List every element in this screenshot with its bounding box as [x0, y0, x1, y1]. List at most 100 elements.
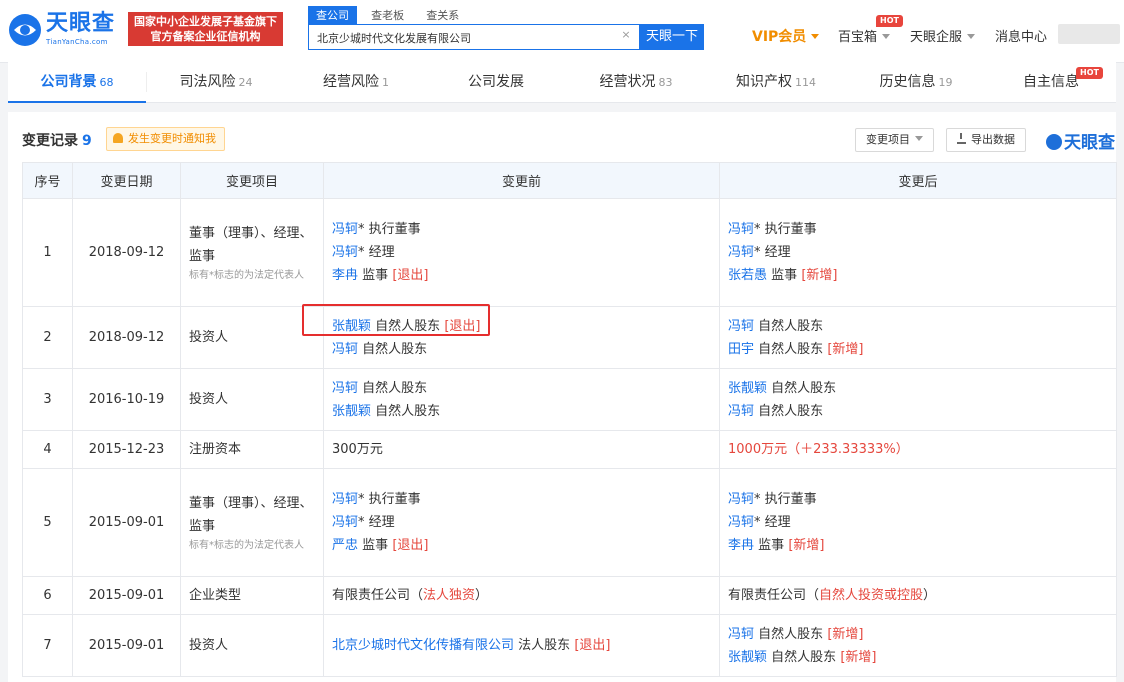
entity-link[interactable]: 严忠	[332, 538, 358, 553]
change-entry: 冯轲* 经理	[728, 241, 1108, 264]
chevron-down-icon	[967, 34, 976, 39]
change-tag: [新增]	[827, 341, 864, 357]
role-text: 监事	[758, 538, 785, 553]
cell-date: 2018-09-12	[72, 306, 181, 369]
messages-link[interactable]: 消息中心	[995, 26, 1047, 45]
logo-text: 天眼查	[46, 11, 116, 36]
entity-link[interactable]: 张若愚	[728, 268, 767, 283]
treasure-menu[interactable]: 百宝箱	[838, 26, 891, 45]
entity-link[interactable]: 冯轲	[728, 627, 754, 642]
tab-label: 历史信息	[879, 74, 936, 90]
tab-count: 24	[238, 76, 253, 89]
change-tag: [退出]	[574, 638, 611, 653]
change-entry: 李冉 监事 [新增]	[728, 534, 1108, 557]
search-button[interactable]: 天眼一下	[640, 24, 704, 50]
entity-link[interactable]: 冯轲	[332, 245, 358, 260]
entity-link[interactable]: 张靓颖	[728, 650, 767, 665]
entity-link[interactable]: 冯轲	[332, 222, 358, 237]
notify-button[interactable]: 发生变更时通知我	[106, 127, 225, 151]
change-entry: 冯轲* 经理	[332, 511, 711, 534]
tab-operating-status[interactable]: 经营状况 83	[566, 62, 706, 102]
vip-menu[interactable]: VIP会员	[752, 26, 820, 46]
section-title-text: 变更记录	[22, 133, 78, 149]
role-text: 自然人股东	[758, 403, 824, 419]
export-label: 导出数据	[971, 133, 1015, 146]
chevron-down-icon	[811, 34, 820, 39]
search-tab-company[interactable]: 查公司	[308, 6, 357, 24]
export-button[interactable]: 导出数据	[946, 128, 1026, 152]
tab-label: 司法风险	[179, 74, 236, 90]
clear-icon[interactable]: ×	[619, 28, 633, 42]
change-entry: 冯轲* 经理	[332, 241, 711, 264]
entity-link[interactable]: 冯轲	[332, 381, 358, 396]
entity-link[interactable]: 张靓颖	[728, 381, 767, 396]
search-input[interactable]	[315, 26, 619, 50]
search-tab-boss[interactable]: 查老板	[363, 6, 412, 24]
tab-label: 自主信息	[1023, 74, 1079, 90]
role-text: 监事	[771, 268, 798, 283]
company-type: 有限责任公司（	[332, 588, 424, 603]
legal-rep-note: 标有*标志的为法定代表人	[189, 269, 304, 281]
change-entry: 张若愚 监事 [新增]	[728, 264, 1108, 287]
search-tab-relation[interactable]: 查关系	[418, 6, 467, 24]
cell-before: 冯轲* 执行董事 冯轲* 经理 严忠 监事 [退出]	[323, 468, 720, 577]
entity-link[interactable]: 冯轲	[332, 515, 358, 530]
role-text: 经理	[764, 515, 791, 530]
entity-link[interactable]: 北京少城时代文化传播有限公司	[332, 638, 514, 653]
cell-index: 7	[22, 614, 73, 677]
tab-ip[interactable]: 知识产权 114	[706, 62, 846, 102]
entity-link[interactable]: 冯轲	[728, 222, 754, 237]
change-entry: 冯轲* 执行董事	[728, 218, 1108, 241]
user-avatar[interactable]	[1058, 24, 1120, 44]
change-entry: 有限责任公司（法人独资）	[332, 584, 711, 607]
notify-label: 发生变更时通知我	[128, 132, 216, 145]
tab-count: 1	[382, 76, 389, 89]
tab-history[interactable]: 历史信息 19	[846, 62, 986, 102]
entity-link[interactable]: 冯轲	[728, 404, 754, 419]
table-row: 2 2018-09-12 投资人 张靓颖 自然人股东 [退出] 冯轲 自然人股东 冯轲 自…	[22, 306, 1117, 369]
company-subtype: 自然人投资或控股	[819, 588, 924, 603]
tab-judicial-risk[interactable]: 司法风险 24	[146, 62, 286, 102]
cell-item: 董事（理事）、经理、监事 标有*标志的为法定代表人	[180, 468, 324, 577]
change-entry: 有限责任公司（自然人投资或控股）	[728, 584, 1108, 607]
col-header-item: 变更项目	[180, 162, 324, 199]
cell-after: 冯轲* 执行董事 冯轲* 经理 李冉 监事 [新增]	[719, 468, 1117, 577]
tab-count: 83	[658, 76, 673, 89]
cell-before: 冯轲 自然人股东 张靓颖 自然人股东	[323, 368, 720, 431]
entity-link[interactable]: 冯轲	[332, 492, 358, 507]
change-tag: [新增]	[801, 268, 838, 283]
bracket-close: ）	[923, 588, 937, 603]
entity-link[interactable]: 冯轲	[332, 342, 358, 357]
table-row: 5 2015-09-01 董事（理事）、经理、监事 标有*标志的为法定代表人 冯轲* 执…	[22, 468, 1117, 577]
logo-eye-icon	[9, 14, 41, 46]
cell-date: 2018-09-12	[72, 198, 181, 307]
role-text: 自然人股东	[362, 341, 428, 357]
legal-rep-mark: *	[754, 222, 761, 237]
tab-development[interactable]: 公司发展	[426, 62, 566, 102]
cell-index: 1	[22, 198, 73, 307]
entity-link[interactable]: 张靓颖	[332, 404, 371, 419]
legal-rep-mark: *	[754, 492, 761, 507]
entity-link[interactable]: 冯轲	[728, 319, 754, 334]
legal-rep-mark: *	[754, 245, 761, 260]
entity-link[interactable]: 李冉	[728, 538, 754, 553]
search-box: ×	[308, 24, 640, 50]
change-entry: 冯轲 自然人股东 [新增]	[728, 623, 1108, 646]
entity-link[interactable]: 冯轲	[728, 515, 754, 530]
company-type: 有限责任公司（	[728, 588, 820, 603]
enterprise-menu[interactable]: 天眼企服	[910, 26, 976, 45]
change-entry: 冯轲* 经理	[728, 511, 1108, 534]
download-icon	[957, 133, 966, 144]
change-item-filter[interactable]: 变更项目	[855, 128, 934, 152]
entity-link[interactable]: 冯轲	[728, 245, 754, 260]
entity-link[interactable]: 田宇	[728, 342, 754, 357]
change-entry: 李冉 监事 [退出]	[332, 264, 711, 287]
tab-company-background[interactable]: 公司背景 68	[8, 62, 146, 103]
tab-operation-risk[interactable]: 经营风险 1	[286, 62, 426, 102]
entity-link[interactable]: 李冉	[332, 268, 358, 283]
logo[interactable]: 天眼查 TianYanCha.com	[8, 11, 124, 49]
vip-label: VIP会员	[752, 29, 807, 45]
change-entry: 冯轲* 执行董事	[332, 218, 711, 241]
change-entry: 张靓颖 自然人股东	[332, 400, 711, 423]
entity-link[interactable]: 冯轲	[728, 492, 754, 507]
